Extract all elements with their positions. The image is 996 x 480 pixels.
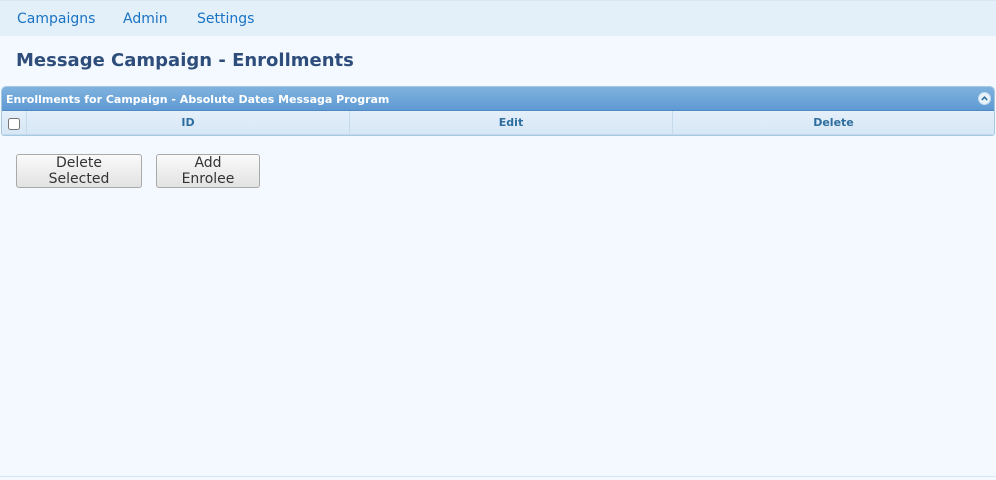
delete-selected-button[interactable]: Delete Selected xyxy=(16,154,142,188)
page-title: Message Campaign - Enrollments xyxy=(16,50,354,71)
chevron-up-glyph xyxy=(981,96,988,101)
column-header-delete[interactable]: Delete xyxy=(673,111,994,134)
select-all-checkbox[interactable] xyxy=(8,118,20,130)
column-header-edit[interactable]: Edit xyxy=(350,111,673,134)
footer-divider xyxy=(0,476,996,477)
nav-item-admin[interactable]: Admin xyxy=(123,11,168,27)
enrollments-grid: Enrollments for Campaign - Absolute Date… xyxy=(1,86,995,136)
grid-caption-title: Enrollments for Campaign - Absolute Date… xyxy=(6,93,390,106)
top-navigation: Campaigns Admin Settings xyxy=(0,0,996,36)
nav-item-settings[interactable]: Settings xyxy=(197,11,254,27)
nav-item-campaigns[interactable]: Campaigns xyxy=(17,11,95,27)
header-select-all-cell xyxy=(2,111,27,134)
page: Campaigns Admin Settings Message Campaig… xyxy=(0,0,996,480)
chevron-up-circle-icon[interactable] xyxy=(978,92,991,105)
column-header-id[interactable]: ID xyxy=(27,111,350,134)
grid-header-row: ID Edit Delete xyxy=(2,111,994,135)
add-enrolee-button[interactable]: Add Enrolee xyxy=(156,154,260,188)
grid-caption-bar: Enrollments for Campaign - Absolute Date… xyxy=(2,87,994,111)
